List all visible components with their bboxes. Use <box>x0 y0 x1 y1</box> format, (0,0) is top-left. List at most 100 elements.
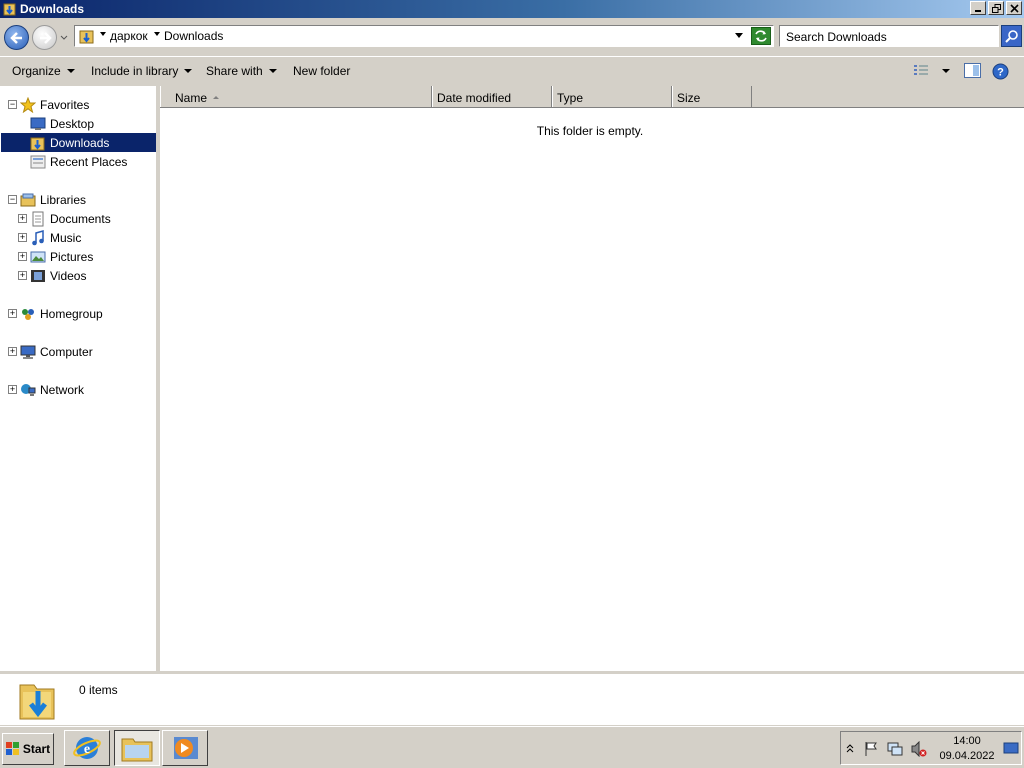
nav-favorites-label: Favorites <box>40 97 90 112</box>
search-button[interactable] <box>1001 25 1022 47</box>
nav-videos-label: Videos <box>50 268 87 283</box>
restore-button[interactable] <box>988 1 1004 15</box>
taskbar: Start e 14:00 09.04.2022 <box>0 726 1024 768</box>
nav-music-label: Music <box>50 230 82 245</box>
address-dropdown-icon[interactable] <box>735 33 743 38</box>
homegroup-icon <box>22 308 34 320</box>
nav-music[interactable]: Music <box>30 228 81 247</box>
minimize-icon <box>975 10 981 12</box>
nav-documents[interactable]: Documents <box>30 209 111 228</box>
nav-documents-label: Documents <box>50 211 111 226</box>
nav-libraries[interactable]: Libraries <box>20 190 86 209</box>
sort-ascending-icon <box>213 96 220 99</box>
column-date-modified-label: Date modified <box>437 91 512 105</box>
restore-icon <box>991 3 1001 13</box>
nav-computer-label: Computer <box>40 344 93 359</box>
forward-button[interactable] <box>32 25 57 50</box>
expand-icon[interactable]: + <box>18 271 27 280</box>
action-center-flag-icon[interactable] <box>863 741 879 757</box>
documents-icon <box>32 211 44 226</box>
expand-icon[interactable]: + <box>8 385 17 394</box>
chevron-down-icon <box>268 69 277 73</box>
details-pane: 0 items <box>0 673 1024 725</box>
refresh-icon <box>755 30 767 42</box>
column-size[interactable]: Size <box>672 86 752 107</box>
start-label: Start <box>22 742 51 756</box>
search-input[interactable]: Search Downloads <box>779 25 999 47</box>
new-folder-button[interactable]: New folder <box>293 64 350 78</box>
title-bar: Downloads <box>0 0 1024 18</box>
desktop-icon <box>30 117 46 130</box>
system-tray: 14:00 09.04.2022 <box>840 731 1022 765</box>
nav-recent-places[interactable]: Recent Places <box>30 152 127 171</box>
close-button[interactable] <box>1006 1 1022 15</box>
minimize-button[interactable] <box>970 1 986 15</box>
empty-folder-message: This folder is empty. <box>536 124 644 138</box>
expand-icon[interactable]: + <box>18 214 27 223</box>
folder-downloads-icon <box>19 684 55 720</box>
show-desktop-icon[interactable] <box>1003 740 1019 756</box>
breadcrumb-arrow-icon[interactable] <box>154 32 160 36</box>
include-in-library-button[interactable]: Include in library <box>91 64 193 78</box>
expand-icon[interactable]: + <box>8 309 17 318</box>
star-icon <box>20 96 36 113</box>
help-icon[interactable]: ? <box>992 63 1009 80</box>
window-title: Downloads <box>20 2 85 16</box>
videos-icon <box>31 269 45 282</box>
computer-icon <box>20 345 36 359</box>
collapse-icon[interactable]: − <box>8 195 17 204</box>
nav-desktop-label: Desktop <box>50 116 95 131</box>
expand-icon[interactable]: + <box>18 252 27 261</box>
windows-logo-icon <box>5 742 19 755</box>
recent-pages-dropdown[interactable] <box>59 33 69 43</box>
collapse-icon[interactable]: − <box>8 100 17 109</box>
column-name-label: Name <box>175 91 208 105</box>
windows-explorer-icon <box>121 738 153 762</box>
clock[interactable]: 14:00 09.04.2022 <box>937 734 997 764</box>
column-date-modified[interactable]: Date modified <box>432 86 552 107</box>
view-dropdown-icon[interactable] <box>942 69 950 73</box>
nav-network[interactable]: Network <box>20 380 84 399</box>
file-list[interactable]: Name Date modified Type Size This folder… <box>160 86 1024 671</box>
breadcrumb-arrow-icon[interactable] <box>100 32 106 36</box>
nav-libraries-label: Libraries <box>40 192 87 207</box>
recent-places-icon <box>30 155 46 168</box>
item-count: 0 items <box>79 683 118 697</box>
refresh-button[interactable] <box>751 27 771 45</box>
organize-button[interactable]: Organize <box>12 64 75 78</box>
internet-explorer-icon: e <box>73 737 101 759</box>
expand-icon[interactable]: + <box>8 347 17 356</box>
nav-homegroup[interactable]: Homegroup <box>20 304 103 323</box>
column-type[interactable]: Type <box>552 86 672 107</box>
chevron-down-icon <box>66 69 75 73</box>
command-bar: Organize Include in library Share with N… <box>0 56 1024 84</box>
taskbar-media-player[interactable] <box>162 730 208 766</box>
expand-icon[interactable]: + <box>18 233 27 242</box>
column-name[interactable]: Name <box>160 86 432 107</box>
start-button[interactable]: Start <box>2 733 54 765</box>
nav-downloads-label: Downloads <box>50 135 110 150</box>
address-row: даркок Downloads Search Downloads <box>0 18 1024 56</box>
new-folder-label: New folder <box>293 64 351 78</box>
address-bar[interactable]: даркок Downloads <box>74 25 774 47</box>
share-with-button[interactable]: Share with <box>206 64 277 78</box>
nav-pictures[interactable]: Pictures <box>30 247 93 266</box>
show-hidden-icons-icon[interactable] <box>846 742 854 754</box>
chevron-down-icon <box>184 69 193 73</box>
volume-muted-icon[interactable] <box>911 741 927 757</box>
nav-desktop[interactable]: Desktop <box>30 114 94 133</box>
taskbar-internet-explorer[interactable]: e <box>64 730 110 766</box>
breadcrumb-user[interactable]: даркок <box>110 29 148 43</box>
column-type-label: Type <box>557 91 584 105</box>
preview-pane-icon[interactable] <box>964 63 981 78</box>
nav-videos[interactable]: Videos <box>30 266 86 285</box>
nav-downloads[interactable]: Downloads <box>1 133 156 152</box>
taskbar-windows-explorer[interactable] <box>114 730 160 766</box>
view-options-icon[interactable] <box>913 63 931 77</box>
nav-computer[interactable]: Computer <box>20 342 93 361</box>
breadcrumb-downloads[interactable]: Downloads <box>164 29 223 43</box>
nav-favorites[interactable]: Favorites <box>20 95 89 114</box>
folder-downloads-icon <box>3 3 16 16</box>
back-button[interactable] <box>4 25 29 50</box>
network-status-icon[interactable] <box>887 741 903 757</box>
